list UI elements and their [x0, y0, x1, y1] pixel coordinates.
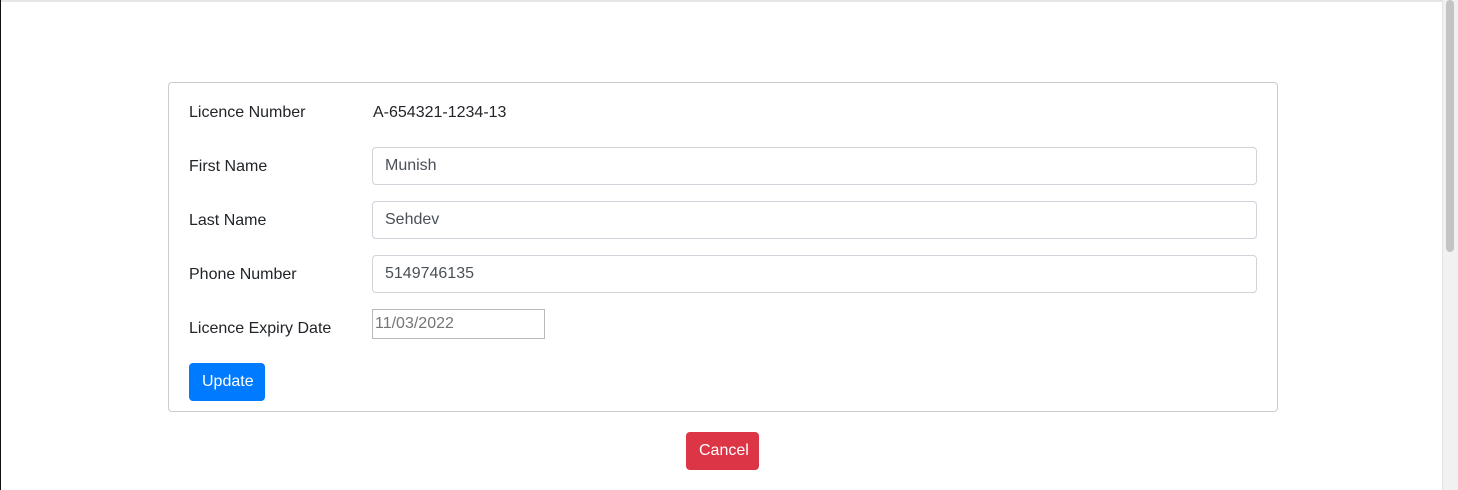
window-left-edge — [0, 0, 1, 490]
last-name-label: Last Name — [189, 212, 267, 229]
update-button[interactable]: Update — [189, 363, 265, 401]
first-name-input[interactable] — [372, 147, 1257, 185]
licence-number-label: Licence Number — [189, 104, 306, 121]
licence-expiry-date-label: Licence Expiry Date — [189, 320, 332, 337]
top-divider — [0, 0, 1442, 2]
phone-number-input[interactable] — [372, 255, 1257, 293]
first-name-label: First Name — [189, 158, 268, 175]
edit-driver-form: Licence Number A-654321-1234-13 First Na… — [168, 82, 1278, 412]
vertical-scrollbar[interactable] — [1442, 0, 1458, 490]
last-name-input[interactable] — [372, 201, 1257, 239]
cancel-button[interactable]: Cancel — [686, 432, 759, 470]
page: Licence Number A-654321-1234-13 First Na… — [0, 0, 1458, 490]
phone-number-label: Phone Number — [189, 266, 297, 283]
licence-number-value: A-654321-1234-13 — [373, 104, 507, 121]
scrollbar-thumb[interactable] — [1446, 0, 1454, 252]
licence-expiry-date-input[interactable] — [372, 309, 545, 339]
